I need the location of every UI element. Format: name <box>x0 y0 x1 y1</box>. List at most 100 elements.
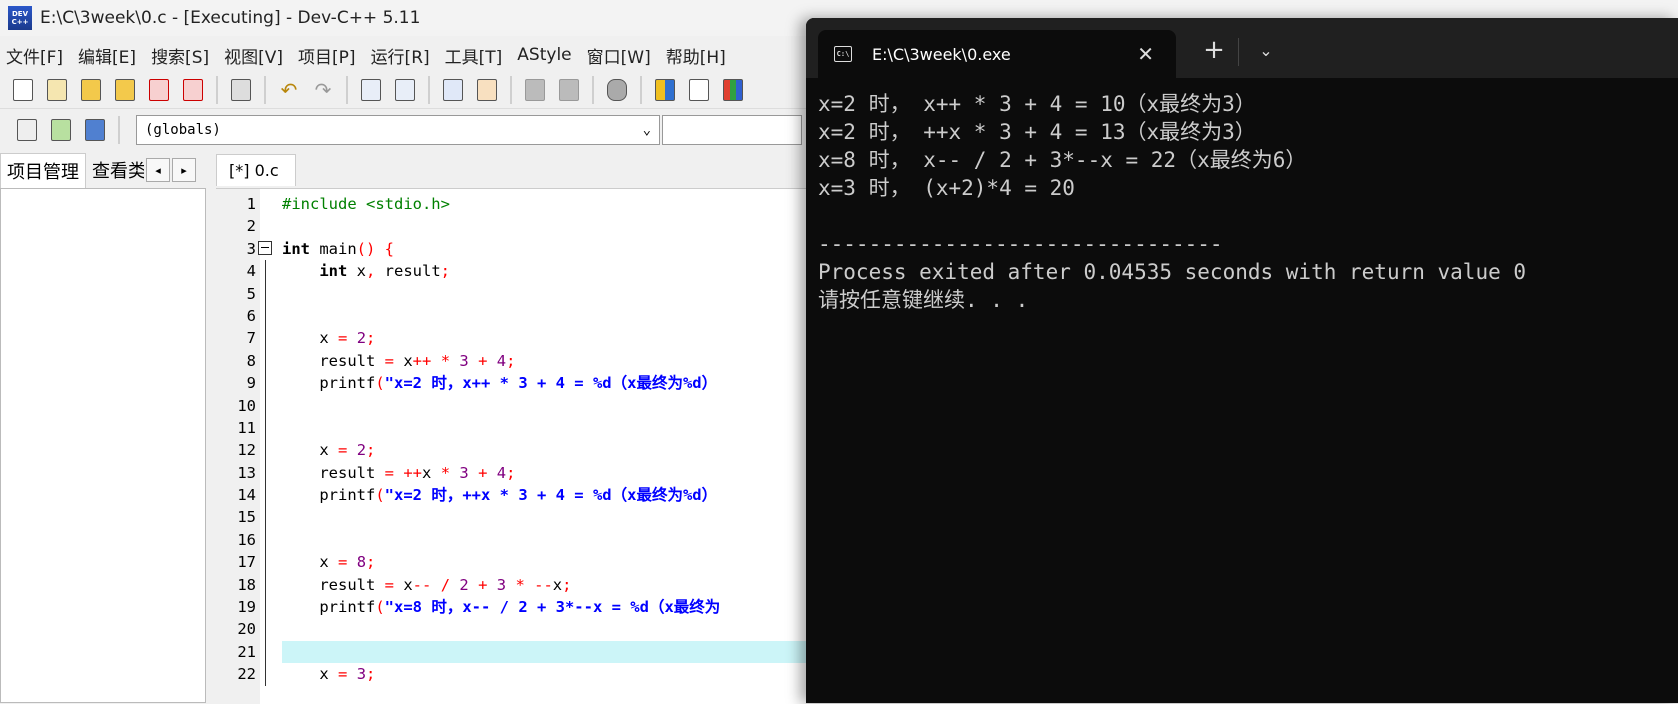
menu-edit[interactable]: 编辑[E] <box>72 43 145 68</box>
line-number: 9 <box>246 374 256 393</box>
scope-dropdown[interactable]: (globals) ⌄ <box>136 115 660 145</box>
new-file-button[interactable] <box>8 75 38 105</box>
menu-tools[interactable]: 工具[T] <box>439 43 512 68</box>
close-tab-button[interactable]: ✕ <box>1137 42 1154 66</box>
menu-astyle[interactable]: AStyle <box>511 45 580 65</box>
line-number: 7 <box>246 329 256 348</box>
menu-view[interactable]: 视图[V] <box>218 43 292 68</box>
toolbar-divider <box>640 76 642 104</box>
line-number: 6 <box>246 306 256 325</box>
menu-project[interactable]: 项目[P] <box>292 43 365 68</box>
close-all-button[interactable] <box>178 75 208 105</box>
tab-0-c[interactable]: [*] 0.c <box>216 154 296 186</box>
code-area[interactable]: 1 #include <stdio.h> 2 3 int main() { 4 in… <box>237 193 806 686</box>
line-number: 21 <box>237 642 256 661</box>
grid-icon <box>655 79 675 101</box>
menu-help[interactable]: 帮助[H] <box>660 43 735 68</box>
code-token: "x=2 时，x++ * 3 + 4 = %d（x最终为%d） <box>384 374 718 393</box>
save-all-button[interactable] <box>110 75 140 105</box>
code-line: 19 printf("x=8 时，x-- / 2 + 3*--x = %d（x最… <box>237 596 806 619</box>
terminal-tab[interactable]: C:\ E:\C\3week\0.exe ✕ <box>818 30 1176 78</box>
toolbar-divider <box>592 76 594 104</box>
redo-button[interactable]: ↷ <box>308 75 338 105</box>
tab-scroll-right-button[interactable]: ▸ <box>172 158 196 182</box>
bookmark-prev-button[interactable] <box>520 75 550 105</box>
tab-project-manager[interactable]: 项目管理 <box>0 152 86 188</box>
fold-guide <box>265 461 266 485</box>
code-line: 1 #include <stdio.h> <box>247 193 806 215</box>
press-any-key-prompt: 请按任意键继续. . . <box>818 288 1029 312</box>
code-token: printf <box>282 374 376 393</box>
line-number: 11 <box>237 418 256 437</box>
close-file-button[interactable] <box>144 75 174 105</box>
code-token: * <box>440 351 451 370</box>
code-token: printf <box>282 598 376 617</box>
layout-button[interactable] <box>650 75 680 105</box>
code-token: result <box>282 575 385 594</box>
code-token: , <box>366 262 376 281</box>
fold-guide <box>265 282 266 305</box>
code-editor[interactable]: 1 #include <stdio.h> 2 3 int main() { 4 in… <box>216 188 806 704</box>
tab-scroll-left-button[interactable]: ◂ <box>146 158 170 182</box>
toolbar-divider <box>346 76 348 104</box>
indent-button[interactable] <box>438 75 468 105</box>
color-button[interactable] <box>718 75 748 105</box>
bookmark-next-button[interactable] <box>554 75 584 105</box>
member-dropdown[interactable] <box>662 115 802 145</box>
code-token: { <box>375 239 395 258</box>
add-file-icon <box>51 119 71 141</box>
console-icon: C:\ <box>834 46 852 62</box>
window-title: E:\C\3week\0.c - [Executing] - Dev-C++ 5… <box>40 8 421 28</box>
menu-window[interactable]: 窗口[W] <box>581 43 660 68</box>
undo-button[interactable]: ↶ <box>274 75 304 105</box>
tab-dropdown-button[interactable]: ⌄ <box>1248 32 1284 68</box>
unindent-button[interactable] <box>472 75 502 105</box>
window-button[interactable] <box>684 75 714 105</box>
terminal-window: C:\ E:\C\3week\0.exe ✕ + ⌄ x=2 时， x++ * … <box>806 18 1678 703</box>
new-tab-button[interactable]: + <box>1196 32 1232 68</box>
remove-from-project-button[interactable] <box>80 115 110 145</box>
print-button[interactable] <box>226 75 256 105</box>
redo-icon: ↷ <box>314 78 332 102</box>
code-token: 4 <box>496 351 507 370</box>
project-options-button[interactable] <box>12 115 42 145</box>
code-token: ; <box>366 665 376 684</box>
fold-guide <box>265 372 266 395</box>
find-button[interactable] <box>356 75 386 105</box>
terminal-tab-bar: C:\ E:\C\3week\0.exe ✕ + ⌄ <box>806 18 1678 78</box>
replace-button[interactable] <box>390 75 420 105</box>
save-button[interactable] <box>76 75 106 105</box>
save-icon <box>81 79 101 101</box>
fold-toggle-icon[interactable] <box>258 240 272 255</box>
project-tree-panel[interactable] <box>0 188 206 703</box>
toggle-comment-button[interactable] <box>602 75 632 105</box>
open-file-button[interactable] <box>42 75 72 105</box>
code-line: 7 x = 2; <box>247 327 806 350</box>
code-token: #include <stdio.h> <box>282 195 450 213</box>
code-token: = <box>338 441 348 460</box>
code-line: 16 <box>237 528 806 552</box>
add-to-project-button[interactable] <box>46 115 76 145</box>
line-number: 8 <box>246 351 256 370</box>
terminal-tab-title: E:\C\3week\0.exe <box>872 44 1011 64</box>
scope-dropdown-value: (globals) <box>145 122 221 138</box>
menu-file[interactable]: 文件[F] <box>0 43 72 68</box>
arrow-right-icon: ▸ <box>181 163 187 177</box>
line-number: 14 <box>237 486 256 505</box>
tab-class-browser[interactable]: 查看类 <box>86 153 144 187</box>
line-number: 2 <box>246 217 256 236</box>
menu-run[interactable]: 运行[R] <box>365 43 439 68</box>
menu-search[interactable]: 搜索[S] <box>145 43 218 68</box>
open-file-icon <box>47 79 67 101</box>
fold-guide <box>265 551 266 574</box>
terminal-output[interactable]: x=2 时， x++ * 3 + 4 = 10（x最终为3） x=2 时， ++… <box>818 90 1668 314</box>
code-token: = <box>384 351 394 370</box>
code-token: 2 <box>356 441 367 460</box>
devcpp-logo-icon: DEV C++ <box>8 6 32 30</box>
